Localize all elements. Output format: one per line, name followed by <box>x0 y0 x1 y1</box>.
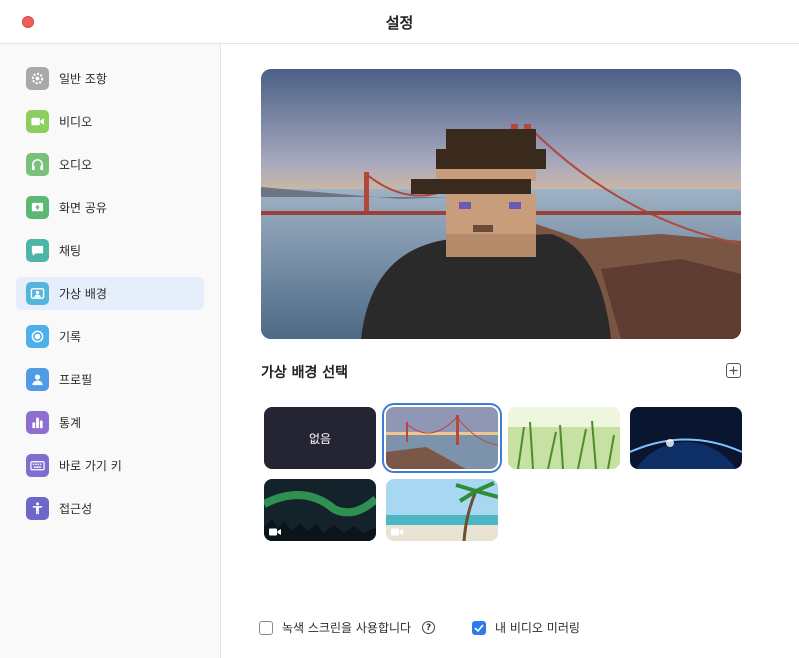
window-title: 설정 <box>385 14 414 32</box>
help-icon[interactable]: ? <box>422 621 436 634</box>
headphones-icon <box>26 153 49 176</box>
none-option-label: 없음 <box>308 431 332 446</box>
sidebar-item-label: 채팅 <box>59 244 82 258</box>
sidebar-item-label: 오디오 <box>59 158 93 172</box>
sidebar-item-accessibility[interactable]: 접근성 <box>16 492 204 525</box>
record-icon <box>26 325 49 348</box>
sidebar-item-recording[interactable]: 기록 <box>16 320 204 353</box>
profile-icon <box>26 368 49 391</box>
sidebar-item-label: 화면 공유 <box>59 201 107 215</box>
sidebar-item-virtual-background[interactable]: 가상 배경 <box>16 277 204 310</box>
main-panel: 가상 배경 선택 없음 녹색 스크린을 사용합니다 ? 내 비디오 미러링 <box>221 44 799 658</box>
accessibility-icon <box>26 497 49 520</box>
background-option-grass[interactable] <box>508 407 620 469</box>
video-badge-icon <box>391 528 403 536</box>
background-option-earth[interactable] <box>630 407 742 469</box>
background-option-aurora[interactable] <box>264 479 376 541</box>
sidebar-item-label: 접근성 <box>59 502 93 516</box>
virtual-background-icon <box>26 282 49 305</box>
green-screen-checkbox[interactable] <box>259 620 273 635</box>
sidebar-item-profile[interactable]: 프로필 <box>16 363 204 396</box>
sidebar-item-general[interactable]: 일반 조항 <box>16 62 204 95</box>
video-badge-icon <box>269 528 281 536</box>
sidebar-item-chat[interactable]: 채팅 <box>16 234 204 267</box>
mirror-video-checkbox[interactable] <box>472 620 486 635</box>
add-background-button[interactable] <box>726 363 741 378</box>
share-screen-icon <box>26 196 49 219</box>
sidebar-item-label: 프로필 <box>59 373 93 387</box>
camera-preview <box>261 69 741 339</box>
background-option-beach[interactable] <box>386 479 498 541</box>
video-camera-icon <box>26 110 49 133</box>
sidebar-item-shortcuts[interactable]: 바로 가기 키 <box>16 449 204 482</box>
green-screen-label: 녹색 스크린을 사용합니다 <box>282 621 412 635</box>
title-bar: 설정 <box>0 0 799 44</box>
sidebar-item-label: 통계 <box>59 416 82 430</box>
sidebar-item-audio[interactable]: 오디오 <box>16 148 204 181</box>
keyboard-icon <box>26 454 49 477</box>
checkmark-icon <box>474 623 484 632</box>
plus-icon <box>729 366 738 375</box>
statistics-icon <box>26 411 49 434</box>
sidebar: 일반 조항 비디오 오디오 화면 공유 채팅 가상 배경 기록 프로필 통계 바… <box>0 44 221 658</box>
mirror-video-label: 내 비디오 미러링 <box>495 621 580 635</box>
green-screen-option: 녹색 스크린을 사용합니다 ? <box>259 619 436 636</box>
virtual-background-section-title: 가상 배경 선택 <box>261 365 349 381</box>
settings-window: 설정 일반 조항 비디오 오디오 화면 공유 채팅 가상 배경 기록 프로필 통… <box>0 0 799 658</box>
sidebar-item-label: 가상 배경 <box>59 287 107 301</box>
chat-bubble-icon <box>26 239 49 262</box>
background-option-golden-gate[interactable] <box>386 407 498 469</box>
sidebar-item-share-screen[interactable]: 화면 공유 <box>16 191 204 224</box>
sidebar-item-label: 일반 조항 <box>59 72 107 86</box>
sidebar-item-statistics[interactable]: 통계 <box>16 406 204 439</box>
sidebar-item-label: 바로 가기 키 <box>59 459 122 473</box>
mirror-video-option: 내 비디오 미러링 <box>472 619 580 636</box>
gear-icon <box>26 67 49 90</box>
sidebar-item-label: 비디오 <box>59 115 93 129</box>
sidebar-item-label: 기록 <box>59 330 82 344</box>
background-option-none[interactable]: 없음 <box>264 407 376 469</box>
sidebar-item-video[interactable]: 비디오 <box>16 105 204 138</box>
